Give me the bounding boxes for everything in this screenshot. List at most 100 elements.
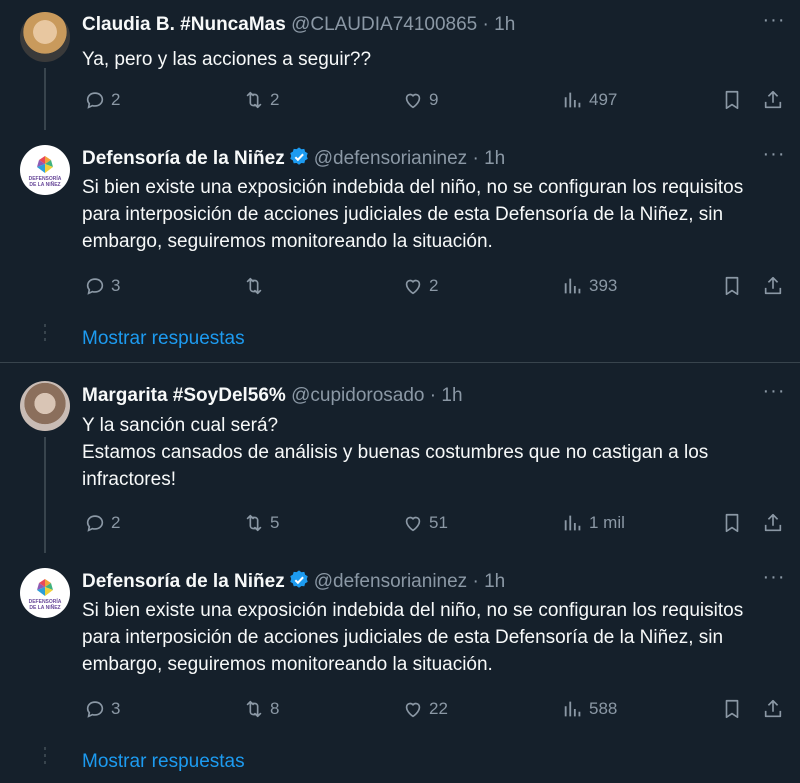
- views-icon: [564, 701, 581, 717]
- like-count: 2: [429, 276, 439, 295]
- reply-button[interactable]: 3: [84, 274, 120, 298]
- retweet-count: 5: [270, 513, 280, 532]
- author-handle[interactable]: @cupidorosado: [291, 385, 424, 406]
- author-name[interactable]: Defensoría de la Niñez: [82, 148, 285, 169]
- retweet-button[interactable]: 5: [243, 511, 279, 535]
- timestamp[interactable]: · 1h: [430, 385, 463, 406]
- more-icon[interactable]: ···: [762, 381, 786, 409]
- reply-count: 3: [111, 699, 121, 718]
- like-count: 22: [429, 699, 448, 718]
- reply-icon: [86, 515, 104, 532]
- reply-button[interactable]: 2: [84, 88, 120, 112]
- retweet-count: 2: [270, 90, 280, 109]
- author-name[interactable]: Claudia B. #NuncaMas: [82, 14, 286, 35]
- bookmark-button[interactable]: [721, 274, 748, 298]
- views-button[interactable]: 1 mil: [562, 511, 625, 535]
- tweet-text: Y la sanción cual será? Estamos cansados…: [82, 412, 782, 493]
- like-icon: [405, 279, 421, 295]
- retweet-icon: [246, 700, 262, 718]
- views-count: 393: [589, 276, 618, 295]
- views-icon: [564, 278, 581, 294]
- show-replies-link[interactable]: Mostrar respuestas: [82, 328, 245, 350]
- retweet-icon: [246, 91, 262, 109]
- thread-dots: [44, 324, 46, 345]
- retweet-button[interactable]: 2: [243, 88, 279, 112]
- like-button[interactable]: 22: [402, 697, 448, 721]
- retweet-button[interactable]: [243, 274, 270, 298]
- retweet-count: 8: [270, 699, 280, 718]
- views-button[interactable]: 497: [562, 88, 617, 112]
- views-count: 497: [589, 90, 618, 109]
- tweet-header: Defensoría de la Niñez @defensorianinez ·…: [82, 569, 505, 594]
- tweet-text: Si bien existe una exposición indebida d…: [82, 600, 744, 675]
- timestamp[interactable]: · 1h: [483, 14, 516, 35]
- thread-dots: [44, 747, 46, 768]
- tweet-actions: 2 2 9 497: [0, 88, 800, 112]
- bookmark-icon: [725, 90, 739, 110]
- bookmark-icon: [725, 699, 739, 719]
- share-button[interactable]: [762, 88, 789, 112]
- avatar[interactable]: [20, 381, 70, 431]
- reply-button[interactable]: 2: [84, 511, 120, 535]
- retweet-button[interactable]: 8: [243, 697, 279, 721]
- reply-icon: [86, 278, 104, 295]
- like-button[interactable]: 51: [402, 511, 448, 535]
- share-button[interactable]: [762, 274, 789, 298]
- share-button[interactable]: [762, 697, 789, 721]
- verified-badge-icon: [290, 147, 308, 165]
- like-icon: [405, 702, 421, 718]
- share-button[interactable]: [762, 511, 789, 535]
- share-icon: [764, 90, 782, 109]
- bookmark-icon: [725, 513, 739, 533]
- bookmark-button[interactable]: [721, 511, 748, 535]
- more-icon[interactable]: ···: [762, 10, 786, 38]
- bookmark-button[interactable]: [721, 697, 748, 721]
- thread-line: [44, 437, 46, 553]
- bookmark-button[interactable]: [721, 88, 748, 112]
- more-icon[interactable]: ···: [762, 567, 786, 595]
- tweet-actions: 2 5 51 1 mil: [0, 511, 800, 535]
- author-name[interactable]: Defensoría de la Niñez: [82, 571, 285, 592]
- author-name[interactable]: Margarita #SoyDel56%: [82, 385, 286, 406]
- like-button[interactable]: 9: [402, 88, 438, 112]
- defensoria-logo: [37, 156, 53, 173]
- tweet-defensoria-2[interactable]: DEFENSORÍA DE LA NIÑEZ Defensoría de la …: [0, 553, 800, 783]
- logo-text: DEFENSORÍA DE LA NIÑEZ: [28, 176, 62, 188]
- views-button[interactable]: 393: [562, 274, 617, 298]
- tweet-text: Si bien existe una exposición indebida d…: [82, 177, 744, 252]
- tweet-text: Ya, pero y las acciones a seguir??: [82, 49, 372, 70]
- reply-count: 3: [111, 276, 121, 295]
- tweet-defensoria-1[interactable]: DEFENSORÍA DE LA NIÑEZ Defensoría de la …: [0, 130, 800, 362]
- author-handle[interactable]: @CLAUDIA74100865: [291, 14, 477, 35]
- show-replies-link[interactable]: Mostrar respuestas: [82, 751, 245, 773]
- tweet-margarita[interactable]: Margarita #SoyDel56% @cupidorosado · 1h …: [0, 363, 800, 553]
- like-button[interactable]: 2: [402, 274, 438, 298]
- author-handle[interactable]: @defensorianinez: [314, 571, 467, 592]
- tweet-text-line: Estamos cansados de análisis y buenas co…: [82, 442, 709, 490]
- views-count: 1 mil: [589, 513, 625, 532]
- like-icon: [405, 516, 421, 532]
- avatar[interactable]: [20, 12, 70, 62]
- tweet-claudia[interactable]: Claudia B. #NuncaMas @CLAUDIA74100865 · …: [0, 0, 800, 130]
- author-handle[interactable]: @defensorianinez: [314, 148, 467, 169]
- share-icon: [764, 513, 782, 532]
- avatar[interactable]: DEFENSORÍA DE LA NIÑEZ: [20, 145, 70, 195]
- like-count: 51: [429, 513, 448, 532]
- reply-count: 2: [111, 513, 121, 532]
- share-icon: [764, 699, 782, 718]
- more-icon[interactable]: ···: [762, 144, 786, 172]
- reply-button[interactable]: 3: [84, 697, 120, 721]
- bookmark-icon: [725, 276, 739, 296]
- timestamp[interactable]: · 1h: [472, 148, 505, 169]
- tweet-header: Margarita #SoyDel56% @cupidorosado · 1h: [82, 384, 463, 408]
- tweet-header: Defensoría de la Niñez @defensorianinez ·…: [82, 146, 505, 171]
- views-icon: [564, 92, 581, 108]
- timestamp[interactable]: · 1h: [472, 571, 505, 592]
- tweet-actions: 3 8 22 588: [0, 697, 800, 721]
- like-icon: [405, 93, 421, 109]
- tweet-header: Claudia B. #NuncaMas @CLAUDIA74100865 · …: [82, 13, 515, 37]
- views-button[interactable]: 588: [562, 697, 617, 721]
- avatar[interactable]: DEFENSORÍA DE LA NIÑEZ: [20, 568, 70, 618]
- reply-icon: [86, 92, 104, 109]
- like-count: 9: [429, 90, 439, 109]
